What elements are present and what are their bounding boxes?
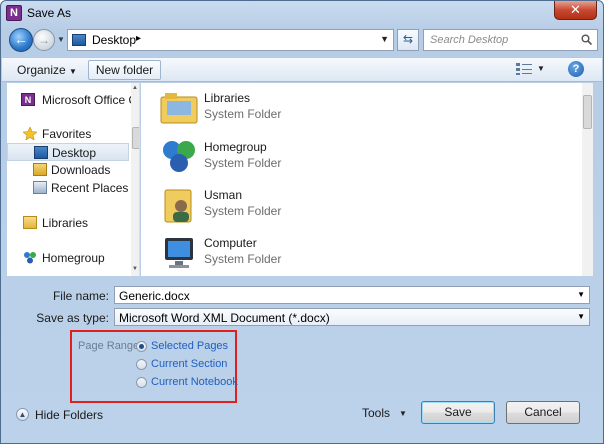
sidebar-item-favorites[interactable]: Favorites [7, 125, 129, 143]
recent-pages-chevron-icon[interactable]: ▼ [57, 35, 65, 44]
file-list-scrollbar[interactable] [582, 83, 593, 276]
sidebar-item-onenote[interactable]: N Microsoft Office O [7, 91, 138, 109]
sidebar-item-downloads[interactable]: Downloads [7, 161, 129, 179]
tools-menu[interactable]: Tools [362, 406, 390, 420]
sidebar-item-label: Favorites [42, 127, 92, 141]
back-button[interactable]: ← [9, 28, 33, 52]
downloads-icon [33, 163, 47, 176]
file-type: System Folder [204, 204, 282, 218]
file-list: Libraries System Folder Homegroup System… [141, 83, 593, 276]
address-bar-row: ← → ▼ Desktop ▸ ▼ ⇆ Search Desktop [7, 28, 599, 53]
scroll-up-icon[interactable]: ▲ [132, 85, 138, 91]
list-item[interactable]: Computer System Folder [159, 232, 419, 276]
radio-label: Current Notebook [151, 376, 238, 388]
breadcrumb-desktop[interactable]: Desktop [92, 33, 136, 47]
hide-folders-button[interactable]: ▲ Hide Folders [16, 406, 126, 424]
radio-button[interactable] [136, 359, 147, 370]
sidebar-item-homegroup[interactable]: Homegroup [7, 249, 129, 267]
sidebar-item-libraries[interactable]: Libraries [7, 214, 129, 232]
file-name: Homegroup [204, 140, 267, 154]
radio-label: Current Section [151, 358, 228, 370]
save-options: File name: Generic.docx ▼ Save as type: … [2, 278, 602, 444]
file-name-field[interactable]: Generic.docx ▼ [114, 286, 590, 304]
sidebar-item-desktop[interactable]: Desktop [7, 143, 129, 161]
list-item[interactable]: Homegroup System Folder [159, 136, 419, 180]
sidebar-item-label: Libraries [42, 216, 89, 230]
homegroup-icon [163, 141, 195, 172]
sidebar-item-label: Microsoft Office O [42, 93, 138, 107]
breadcrumb-arrow-icon[interactable]: ▸ [136, 33, 141, 44]
address-bar[interactable]: Desktop ▸ ▼ [67, 29, 394, 51]
save-button[interactable]: Save [421, 401, 495, 424]
chevron-down-icon[interactable]: ▼ [537, 64, 545, 73]
file-type: System Folder [204, 107, 282, 121]
sidebar-item-label: Recent Places [51, 181, 129, 195]
onenote-icon: N [6, 5, 22, 21]
list-item[interactable]: Libraries System Folder [159, 87, 419, 131]
radio-current-notebook[interactable]: Current Notebook [136, 375, 238, 391]
command-bar: Organize ▼ New folder ▼ ? [2, 57, 602, 82]
save-as-dialog: N Save As ✕ ← → ▼ Desktop ▸ ▼ ⇆ Search D… [0, 0, 604, 444]
hide-folders-label: Hide Folders [35, 408, 104, 422]
refresh-button[interactable]: ⇆ [397, 29, 419, 51]
scroll-down-icon[interactable]: ▼ [132, 266, 138, 272]
libraries-folder-icon [160, 93, 198, 124]
radio-current-section[interactable]: Current Section [136, 357, 236, 373]
homegroup-icon [24, 252, 36, 264]
sidebar-item-label: Downloads [51, 163, 111, 177]
radio-button[interactable] [136, 377, 147, 388]
radio-selected-pages[interactable]: Selected Pages [136, 339, 236, 355]
file-type: System Folder [204, 156, 282, 170]
sidebar-item-recent-places[interactable]: Recent Places [7, 179, 129, 197]
chevron-up-icon: ▲ [16, 408, 29, 421]
close-button[interactable]: ✕ [554, 1, 597, 20]
window-title: Save As [27, 6, 72, 20]
search-placeholder: Search Desktop [430, 34, 509, 46]
organize-label: Organize [17, 63, 66, 77]
view-options-icon[interactable] [516, 63, 532, 75]
chevron-down-icon[interactable]: ▼ [577, 312, 585, 321]
page-range-label: Page Range: [78, 340, 143, 352]
organize-menu[interactable]: Organize ▼ [17, 63, 77, 77]
sidebar-item-label: Homegroup [42, 251, 105, 265]
chevron-down-icon[interactable]: ▼ [399, 409, 407, 418]
new-folder-button[interactable]: New folder [88, 60, 161, 80]
chevron-down-icon[interactable]: ▼ [577, 290, 585, 299]
desktop-icon [34, 146, 48, 159]
file-name: Libraries [204, 91, 251, 105]
title-bar: N Save As ✕ [1, 1, 603, 25]
libraries-icon [23, 216, 37, 229]
sidebar-scrollbar[interactable]: ▲ ▼ [131, 83, 139, 276]
file-name-label: File name: [52, 289, 109, 303]
computer-icon [165, 238, 193, 268]
radio-label: Selected Pages [151, 340, 229, 352]
search-icon [581, 34, 592, 45]
save-as-type-label: Save as type: [36, 311, 109, 325]
navigation-pane: N Microsoft Office O Favorites Desktop D… [7, 83, 140, 276]
save-as-type-value: Microsoft Word XML Document (*.docx) [119, 311, 330, 325]
help-icon[interactable]: ? [568, 61, 584, 77]
search-input[interactable]: Search Desktop [423, 29, 598, 51]
user-folder-icon [164, 189, 192, 223]
file-name: Computer [204, 236, 257, 250]
list-item[interactable]: Usman System Folder [159, 184, 419, 228]
chevron-down-icon: ▼ [69, 67, 77, 76]
desktop-icon [72, 34, 86, 46]
chevron-down-icon[interactable]: ▼ [380, 34, 389, 44]
file-type: System Folder [204, 252, 282, 266]
scrollbar-thumb[interactable] [132, 127, 139, 149]
onenote-icon: N [21, 93, 35, 106]
save-as-type-select[interactable]: Microsoft Word XML Document (*.docx) ▼ [114, 308, 590, 326]
scrollbar-thumb[interactable] [583, 95, 592, 129]
sidebar-item-label: Desktop [52, 146, 97, 160]
recent-places-icon [33, 181, 47, 194]
cancel-button[interactable]: Cancel [506, 401, 580, 424]
file-name: Usman [204, 188, 243, 202]
radio-button[interactable] [136, 341, 147, 352]
star-icon [23, 127, 37, 140]
page-range-highlight: Page Range: Selected Pages Current Secti… [70, 330, 238, 403]
file-name-value: Generic.docx [119, 289, 190, 303]
forward-button[interactable]: → [33, 29, 55, 51]
